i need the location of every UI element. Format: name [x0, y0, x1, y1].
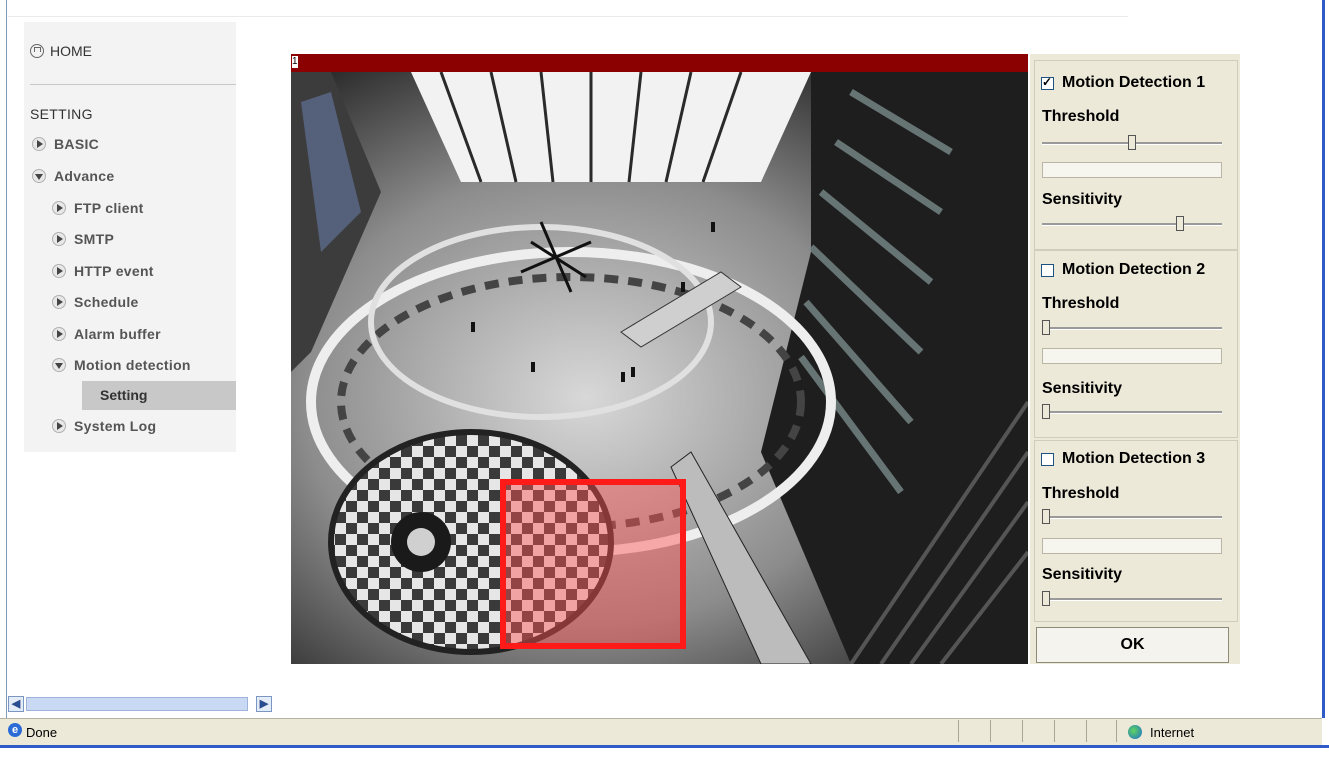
- sidebar-item-label: HTTP event: [74, 263, 154, 279]
- sensitivity-slider-2[interactable]: [1042, 404, 1222, 420]
- taskbar-edge: [0, 745, 1329, 748]
- motion-level-meter-2: [1042, 348, 1222, 364]
- home-link[interactable]: HOME: [30, 40, 92, 62]
- chevron-down-icon: [52, 358, 66, 372]
- chevron-right-icon: [52, 201, 66, 215]
- sidebar-item-advance[interactable]: Advance: [32, 168, 114, 184]
- top-divider: [8, 16, 1128, 17]
- status-divider: [1054, 720, 1055, 742]
- sidebar-item-label: BASIC: [54, 136, 100, 152]
- motion-detection-2-toggle[interactable]: Motion Detection 2: [1041, 261, 1205, 279]
- chevron-right-icon: [52, 264, 66, 278]
- window-left-border: [6, 0, 7, 718]
- sidebar-section-title: SETTING: [30, 106, 93, 122]
- threshold-slider-1[interactable]: [1042, 135, 1222, 151]
- slider-track: [1042, 598, 1222, 601]
- internet-globe-icon: [1128, 725, 1142, 739]
- chevron-right-icon: [52, 419, 66, 433]
- sidebar-item-label: Schedule: [74, 294, 139, 310]
- sensitivity-label-2: Sensitivity: [1042, 380, 1123, 397]
- slider-thumb[interactable]: [1128, 135, 1136, 150]
- sidebar-item-label: Alarm buffer: [74, 326, 161, 342]
- motion-level-meter-1: [1042, 162, 1222, 178]
- sidebar-item-label: SMTP: [74, 231, 115, 247]
- motion-detection-3-toggle[interactable]: Motion Detection 3: [1041, 450, 1205, 468]
- slider-thumb[interactable]: [1042, 509, 1050, 524]
- slider-thumb[interactable]: [1042, 591, 1050, 606]
- slider-track: [1042, 223, 1222, 226]
- status-divider: [958, 720, 959, 742]
- sidebar-item-ftp-client[interactable]: FTP client: [52, 200, 144, 216]
- sidebar-item-schedule[interactable]: Schedule: [52, 294, 139, 310]
- threshold-label-2: Threshold: [1042, 295, 1120, 312]
- threshold-slider-3[interactable]: [1042, 509, 1222, 525]
- sidebar-divider: [30, 84, 236, 85]
- chevron-right-icon: [52, 295, 66, 309]
- status-text: Done: [26, 725, 58, 740]
- chevron-right-icon: [52, 327, 66, 341]
- motion-detection-1-toggle[interactable]: Motion Detection 1: [1041, 74, 1205, 92]
- scroll-right-icon[interactable]: ▶: [256, 696, 272, 712]
- threshold-label-1: Threshold: [1042, 108, 1120, 125]
- sidebar-item-label: Advance: [54, 168, 115, 184]
- sidebar-item-label: Motion detection: [74, 357, 191, 373]
- window-right-border: [1322, 0, 1325, 718]
- motion-detection-1-checkbox[interactable]: [1041, 75, 1054, 90]
- chevron-down-icon: [32, 169, 46, 183]
- motion-detection-2-checkbox[interactable]: [1041, 263, 1054, 277]
- slider-thumb[interactable]: [1042, 404, 1050, 419]
- sensitivity-slider-1[interactable]: [1042, 216, 1222, 232]
- sidebar-item-setting[interactable]: Setting: [100, 387, 147, 403]
- camera-channel-tag: 1: [292, 56, 298, 68]
- motion-detection-3-checkbox[interactable]: [1041, 452, 1054, 466]
- chevron-right-icon: [52, 232, 66, 246]
- page-status-icon: e: [8, 723, 22, 737]
- sidebar-item-alarm-buffer[interactable]: Alarm buffer: [52, 326, 161, 342]
- slider-track: [1042, 327, 1222, 330]
- sidebar-item-basic[interactable]: BASIC: [32, 136, 99, 152]
- security-zone-text: Internet: [1150, 725, 1195, 740]
- status-bar: [0, 718, 1322, 745]
- motion-detection-1-label: Motion Detection 1: [1062, 74, 1206, 91]
- sensitivity-label-3: Sensitivity: [1042, 566, 1123, 583]
- motion-level-meter-3: [1042, 538, 1222, 554]
- slider-track: [1042, 516, 1222, 519]
- slider-thumb[interactable]: [1042, 320, 1050, 335]
- chevron-right-icon: [32, 137, 46, 151]
- threshold-label-3: Threshold: [1042, 485, 1120, 502]
- camera-title-bar: [291, 54, 1028, 72]
- motion-detection-3-label: Motion Detection 3: [1062, 450, 1206, 467]
- scroll-left-icon[interactable]: ◀: [8, 696, 24, 712]
- sidebar-item-smtp[interactable]: SMTP: [52, 231, 114, 247]
- status-divider: [1116, 720, 1117, 742]
- sensitivity-slider-3[interactable]: [1042, 591, 1222, 607]
- slider-thumb[interactable]: [1176, 216, 1185, 231]
- sensitivity-label-1: Sensitivity: [1042, 191, 1123, 208]
- status-divider: [1022, 720, 1023, 742]
- scrollbar-thumb[interactable]: [26, 697, 248, 711]
- sidebar-item-http-event[interactable]: HTTP event: [52, 263, 154, 279]
- sidebar-item-label: FTP client: [74, 200, 144, 216]
- motion-detection-2-label: Motion Detection 2: [1062, 261, 1206, 278]
- ok-button[interactable]: OK: [1036, 627, 1229, 663]
- status-divider: [990, 720, 991, 742]
- sidebar-item-system-log[interactable]: System Log: [52, 418, 156, 434]
- status-divider: [1086, 720, 1087, 742]
- slider-track: [1042, 411, 1222, 414]
- motion-detection-window-1[interactable]: [500, 479, 686, 649]
- horizontal-scrollbar[interactable]: ◀ ▶: [8, 696, 274, 712]
- threshold-slider-2[interactable]: [1042, 320, 1222, 336]
- home-label: HOME: [50, 43, 92, 59]
- sidebar-item-motion-detection[interactable]: Motion detection: [52, 357, 191, 373]
- sidebar-item-label: System Log: [74, 418, 157, 434]
- home-icon: [30, 44, 44, 58]
